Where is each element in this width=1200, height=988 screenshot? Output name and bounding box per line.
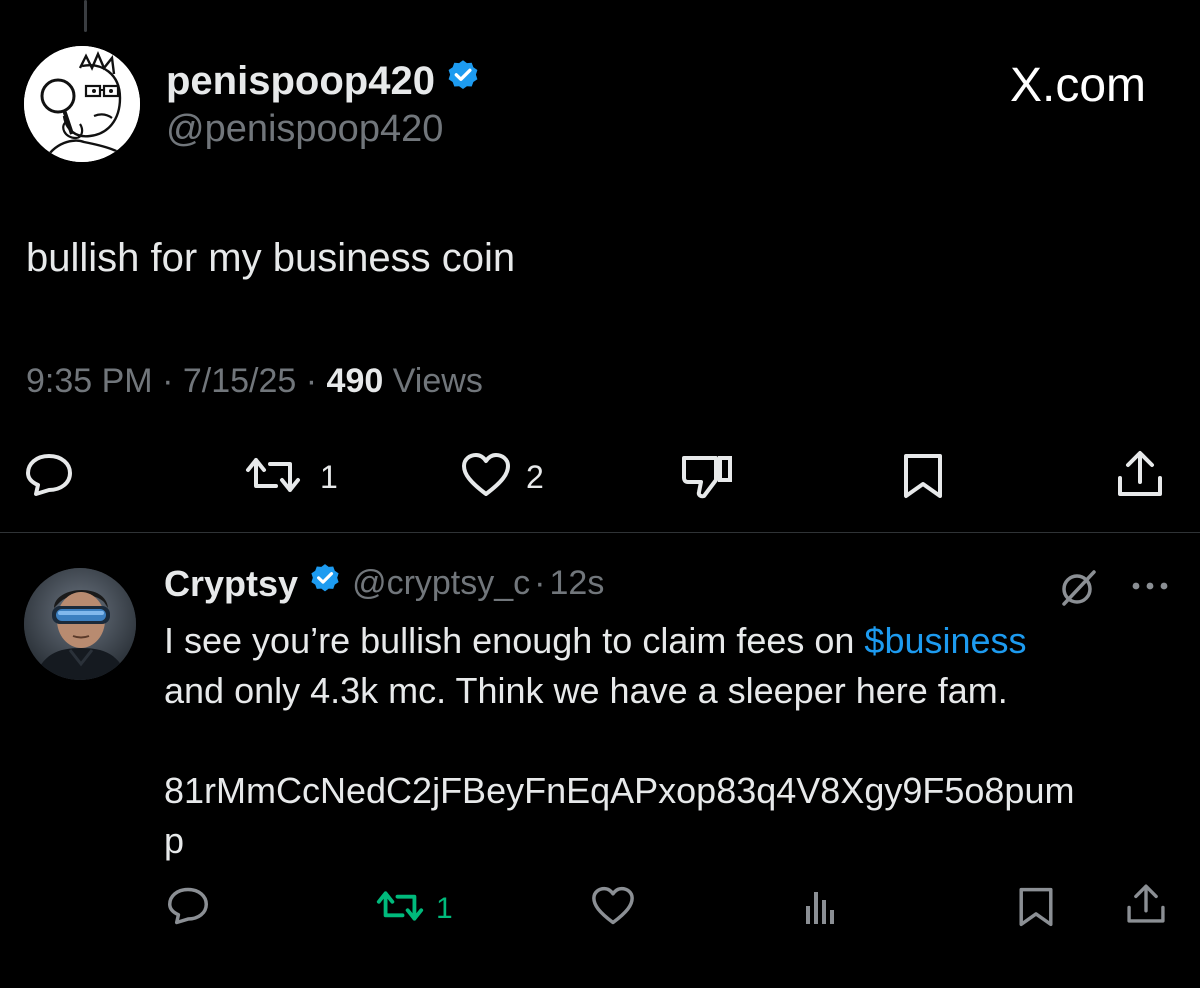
contract-address-line-1: 81rMmCcNedC2jFBeyFnEqAPxop83q4V8Xgy9F5o8… (164, 770, 1075, 811)
reply-header: Cryptsy @cryptsy_c · 12s (164, 562, 604, 605)
retweet-icon (372, 886, 428, 931)
reply-bookmark-button[interactable] (1016, 886, 1056, 933)
reply-author-name[interactable]: Cryptsy (164, 563, 298, 605)
main-author-avatar[interactable] (24, 46, 140, 162)
reply-text-before-cashtag: I see you’re bullish enough to claim fee… (164, 620, 865, 661)
more-dots-icon (1128, 582, 1172, 610)
like-button[interactable]: 2 (460, 452, 544, 503)
reply-text-line-2: and only 4.3k mc. Think we have a sleepe… (164, 670, 1008, 711)
reply-views-button[interactable] (802, 886, 838, 931)
main-author-name-row[interactable]: penispoop420 (166, 58, 481, 104)
bookmark-icon (900, 452, 946, 505)
reply-text: I see you’re bullish enough to claim fee… (164, 616, 1174, 866)
views-label: Views (392, 362, 483, 400)
grok-button[interactable] (1056, 566, 1100, 615)
views-count: 490 (326, 362, 384, 400)
reply-retweet-count: 1 (436, 891, 453, 925)
share-button[interactable] (1114, 448, 1166, 505)
more-options-button[interactable] (1128, 566, 1172, 611)
contract-address-line-2: p (164, 820, 185, 861)
verified-badge-icon (445, 58, 481, 104)
reply-button[interactable] (24, 452, 74, 503)
post-date[interactable]: 7/15/25 (183, 362, 296, 400)
analytics-bars-icon (802, 886, 838, 931)
bookmark-icon (1016, 886, 1056, 933)
reply-bubble-icon (166, 886, 210, 931)
section-divider (0, 532, 1200, 533)
reply-reply-button[interactable] (166, 886, 210, 931)
post-metadata: 9:35 PM · 7/15/25 · 490 Views (26, 362, 483, 401)
heart-icon (460, 452, 512, 503)
bookmark-button[interactable] (900, 452, 946, 505)
main-post-text: bullish for my business coin (26, 236, 516, 280)
reply-retweet-button[interactable]: 1 (372, 886, 453, 931)
meta-separator: · (305, 362, 327, 400)
heart-icon (590, 886, 636, 931)
thumbs-down-icon (680, 452, 734, 507)
thread-connector-line (84, 0, 87, 32)
like-count: 2 (526, 459, 544, 495)
main-author-name[interactable]: penispoop420 (166, 59, 435, 104)
reply-text-line-1: I see you’re bullish enough to claim fee… (164, 616, 1174, 666)
share-icon (1124, 882, 1168, 931)
share-icon (1114, 448, 1166, 505)
grok-icon (1056, 570, 1100, 614)
dislike-button[interactable] (680, 452, 734, 507)
cashtag-link[interactable]: $business (864, 620, 1026, 661)
reply-timestamp[interactable]: 12s (550, 564, 605, 603)
post-time[interactable]: 9:35 PM (26, 362, 153, 400)
retweet-button[interactable]: 1 (240, 452, 338, 503)
reply-author-avatar[interactable] (24, 568, 136, 680)
retweet-count: 1 (320, 459, 338, 495)
site-watermark: X.com (1009, 59, 1146, 112)
main-author-handle[interactable]: @penispoop420 (166, 108, 443, 151)
verified-badge-icon (308, 562, 342, 605)
reply-share-button[interactable] (1124, 882, 1168, 931)
header-separator: · (534, 564, 546, 602)
meta-separator: · (162, 362, 183, 400)
reply-author-handle[interactable]: @cryptsy_c (352, 564, 530, 603)
retweet-icon (240, 452, 306, 503)
reply-bubble-icon (24, 452, 74, 503)
reply-like-button[interactable] (590, 886, 636, 931)
